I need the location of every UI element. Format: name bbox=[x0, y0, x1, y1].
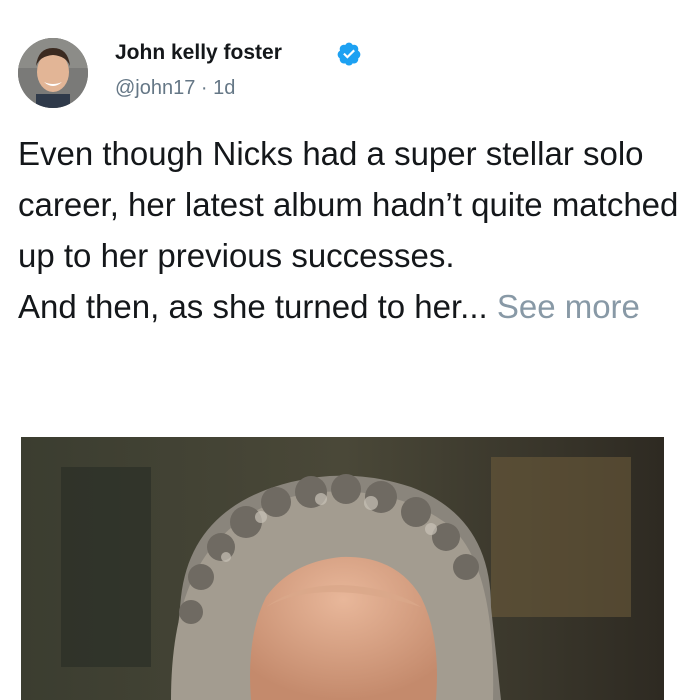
meta-separator: · bbox=[195, 77, 214, 99]
tweet-paragraph-2: And then, as she turned to her... See mo… bbox=[18, 281, 684, 332]
author-name[interactable]: John kelly foster bbox=[115, 41, 282, 65]
author-handle[interactable]: @john17 bbox=[115, 77, 195, 99]
photo-image bbox=[21, 437, 664, 700]
see-more-link[interactable]: See more bbox=[497, 288, 640, 325]
tweet-paragraph-2-text: And then, as she turned to her... bbox=[18, 288, 488, 325]
tweet-media-photo[interactable] bbox=[21, 437, 664, 700]
post-time[interactable]: 1d bbox=[213, 77, 235, 99]
tweet-header: John kelly foster @john17 · 1d bbox=[18, 38, 678, 114]
author-meta: @john17 · 1d bbox=[115, 77, 235, 100]
tweet-body: Even though Nicks had a super stellar so… bbox=[18, 128, 684, 332]
profile-photo-icon bbox=[18, 38, 88, 108]
verified-badge-icon bbox=[337, 42, 361, 66]
avatar[interactable] bbox=[18, 38, 88, 108]
tweet-paragraph-1: Even though Nicks had a super stellar so… bbox=[18, 135, 679, 274]
